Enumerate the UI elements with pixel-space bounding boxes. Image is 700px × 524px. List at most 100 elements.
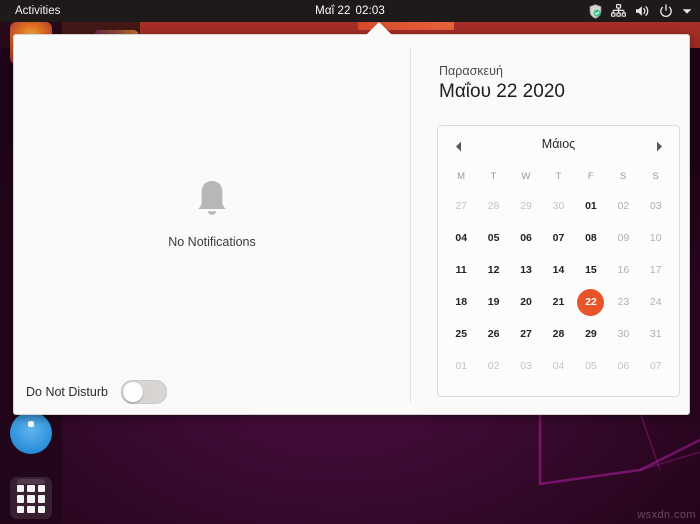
activities-button[interactable]: Activities <box>9 0 66 22</box>
calendar-day-cell[interactable]: 14 <box>542 254 574 286</box>
calendar-day-cell[interactable]: 27 <box>510 318 542 350</box>
calendar-day-label: 30 <box>552 200 565 212</box>
calendar-day-label: 24 <box>649 296 662 308</box>
calendar-day-cell[interactable]: 05 <box>575 350 607 382</box>
calendar-day-cell[interactable]: 21 <box>542 286 574 318</box>
calendar-day-cell[interactable]: 18 <box>445 286 477 318</box>
calendar-day-cell[interactable]: 03 <box>510 350 542 382</box>
calendar-day-cell[interactable]: 11 <box>445 254 477 286</box>
calendar-day-label: 05 <box>487 232 500 244</box>
calendar-day-selected[interactable]: 22 <box>575 286 607 318</box>
calendar-day-cell[interactable]: 04 <box>445 222 477 254</box>
calendar-day-cell[interactable]: 01 <box>575 190 607 222</box>
calendar-notifications-dropdown: No Notifications Do Not Disturb Παρασκευ… <box>13 34 690 415</box>
calendar-day-label: 07 <box>649 360 662 372</box>
network-icon[interactable] <box>611 4 626 18</box>
calendar-day-cell[interactable]: 20 <box>510 286 542 318</box>
calendar-day-cell[interactable]: 06 <box>510 222 542 254</box>
show-applications-lid <box>17 479 45 484</box>
dock-item-files-icon[interactable] <box>10 412 52 454</box>
calendar-day-label: 01 <box>455 360 468 372</box>
do-not-disturb-toggle[interactable] <box>120 380 167 404</box>
chevron-down-icon[interactable] <box>682 8 692 15</box>
calendar-day-cell[interactable]: 07 <box>542 222 574 254</box>
calendar-day-cell[interactable]: 17 <box>640 254 672 286</box>
calendar-day-cell[interactable]: 01 <box>445 350 477 382</box>
calendar-day-grid: 27 28 29 30 01 02 03 04 05 06 07 08 09 10 11 12 13 14 15 16… <box>445 190 672 382</box>
calendar-day-cell[interactable]: 07 <box>640 350 672 382</box>
calendar-day-label: 23 <box>617 296 630 308</box>
calendar-nav-row: Μάιος <box>438 126 679 164</box>
calendar-day-cell[interactable]: 30 <box>607 318 639 350</box>
calendar-day-cell[interactable]: 04 <box>542 350 574 382</box>
bell-icon <box>198 181 226 215</box>
notifications-pane: No Notifications Do Not Disturb <box>14 35 410 414</box>
calendar-day-label: 17 <box>649 264 662 276</box>
shield-icon[interactable] <box>589 3 602 19</box>
calendar-day-cell[interactable]: 27 <box>445 190 477 222</box>
calendar-day-cell[interactable]: 02 <box>477 350 509 382</box>
calendar-day-cell[interactable]: 19 <box>477 286 509 318</box>
power-icon[interactable] <box>659 4 673 18</box>
calendar-day-cell[interactable]: 26 <box>477 318 509 350</box>
calendar-day-label: 10 <box>649 232 662 244</box>
calendar-day-label: 29 <box>520 200 532 212</box>
clock-button[interactable]: Μαΐ 22 02:03 <box>308 0 392 22</box>
calendar-day-cell[interactable]: 16 <box>607 254 639 286</box>
show-applications-grid <box>17 485 45 513</box>
calendar-day-name: Παρασκευή <box>439 64 503 78</box>
calendar-pane: Παρασκευή Μαΐου 22 2020 Μάιος M T W T F … <box>411 35 689 414</box>
calendar-day-cell[interactable]: 23 <box>607 286 639 318</box>
calendar-day-label: 27 <box>520 328 532 340</box>
calendar-day-label: 29 <box>585 328 597 340</box>
calendar-weekday-header: S <box>620 171 627 182</box>
calendar-day-cell[interactable]: 02 <box>607 190 639 222</box>
calendar-day-label: 27 <box>455 200 468 212</box>
calendar-day-label: 11 <box>455 264 467 276</box>
notifications-empty-state: No Notifications <box>14 175 410 249</box>
calendar-weekday-header: T <box>555 171 562 182</box>
calendar-day-cell[interactable]: 08 <box>575 222 607 254</box>
system-status-area[interactable] <box>589 0 692 22</box>
calendar-day-cell[interactable]: 24 <box>640 286 672 318</box>
volume-icon[interactable] <box>635 4 650 18</box>
calendar-day-label: 06 <box>520 232 532 244</box>
calendar-day-cell[interactable]: 10 <box>640 222 672 254</box>
calendar-month-label: Μάιος <box>541 137 576 151</box>
do-not-disturb-label: Do Not Disturb <box>26 385 108 399</box>
do-not-disturb-row: Do Not Disturb <box>26 380 167 404</box>
calendar-day-label: 08 <box>585 232 597 244</box>
calendar-day-cell[interactable]: 28 <box>477 190 509 222</box>
top-bar: Activities Μαΐ 22 02:03 <box>0 0 700 22</box>
dropdown-pointer-arrow <box>366 22 392 35</box>
calendar-day-label: 15 <box>585 264 597 276</box>
calendar-day-cell[interactable]: 30 <box>542 190 574 222</box>
calendar-day-label: 26 <box>487 328 500 340</box>
calendar-day-cell[interactable]: 12 <box>477 254 509 286</box>
calendar-day-label: 02 <box>617 200 630 212</box>
calendar-day-cell[interactable]: 29 <box>510 190 542 222</box>
show-applications-icon[interactable] <box>10 477 52 519</box>
dock-item-badge <box>28 421 34 427</box>
calendar-day-cell[interactable]: 28 <box>542 318 574 350</box>
calendar-weekday-header: M <box>457 171 466 182</box>
calendar-day-cell[interactable]: 29 <box>575 318 607 350</box>
calendar-day-cell[interactable]: 06 <box>607 350 639 382</box>
calendar-day-label: 18 <box>455 296 468 308</box>
calendar-day-cell[interactable]: 03 <box>640 190 672 222</box>
calendar-weekday-header: S <box>652 171 660 182</box>
clock-date: Μαΐ 22 <box>315 5 351 17</box>
calendar-day-label: 20 <box>520 296 532 308</box>
calendar-day-label: 05 <box>585 360 597 372</box>
calendar-next-month-button[interactable] <box>649 136 669 156</box>
calendar-day-cell[interactable]: 15 <box>575 254 607 286</box>
calendar-day-label: 04 <box>455 232 468 244</box>
no-notifications-label: No Notifications <box>168 235 256 249</box>
calendar-day-cell[interactable]: 09 <box>607 222 639 254</box>
calendar-day-cell[interactable]: 13 <box>510 254 542 286</box>
calendar-day-cell[interactable]: 25 <box>445 318 477 350</box>
calendar-day-cell[interactable]: 05 <box>477 222 509 254</box>
calendar-day-label: 13 <box>520 264 532 276</box>
calendar-weekday-header-row: MTWTFSS <box>445 164 672 190</box>
calendar-day-cell[interactable]: 31 <box>640 318 672 350</box>
